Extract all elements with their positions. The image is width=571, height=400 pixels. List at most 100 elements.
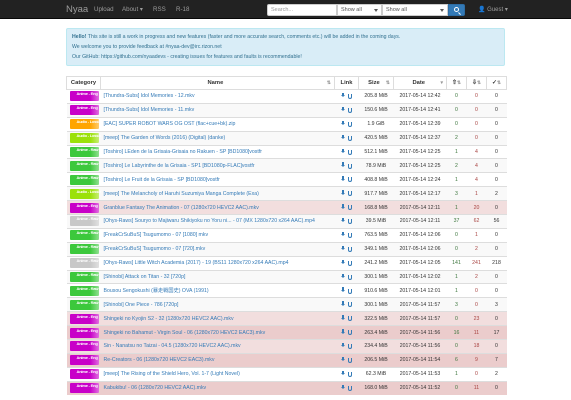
magnet-icon[interactable] [348, 232, 352, 238]
magnet-icon[interactable] [348, 205, 352, 211]
magnet-icon[interactable] [348, 107, 352, 113]
torrent-name-link[interactable]: [Shinobi] One Piece - 786 [720p] [104, 302, 179, 308]
magnet-icon[interactable] [348, 260, 352, 266]
magnet-icon[interactable] [348, 177, 352, 183]
category-badge[interactable]: Anime - Eng [69, 383, 99, 394]
header-size[interactable]: Size ⇅ [358, 76, 394, 90]
torrent-name-link[interactable]: Bousou Sengokushi (暴走戦国史) OVA (1991) [104, 288, 209, 294]
download-icon[interactable] [341, 384, 345, 390]
category-badge[interactable]: Anime - Raw [69, 299, 99, 310]
magnet-icon[interactable] [348, 121, 352, 127]
download-icon[interactable] [341, 176, 345, 181]
header-leechers[interactable]: ⇩⇅ [466, 76, 487, 90]
download-icon[interactable] [341, 329, 345, 334]
category-badge[interactable]: Anime - Eng [69, 341, 99, 352]
magnet-icon[interactable] [348, 288, 352, 294]
header-category[interactable]: Category [66, 76, 101, 90]
torrent-name-link[interactable]: [meep] The Melancholy of Haruhi Suzumiya… [104, 191, 259, 197]
category-badge[interactable]: Anime - Eng [69, 313, 99, 324]
download-icon[interactable] [341, 342, 345, 348]
header-date[interactable]: Date ▾ [393, 76, 447, 90]
torrent-name-link[interactable]: [FreakCrSuBuS] Tsugumomo - 07 [720].mkv [104, 246, 206, 252]
category-badge[interactable]: Anime - Raw [69, 160, 99, 171]
download-icon[interactable] [341, 92, 345, 98]
download-icon[interactable] [341, 273, 345, 279]
magnet-icon[interactable] [348, 302, 352, 308]
category-badge[interactable]: Audio - Lossless [69, 133, 101, 144]
magnet-icon[interactable] [348, 274, 352, 280]
torrent-name-link[interactable]: [Thundra-Subs] Idol Memories - 11.mkv [104, 107, 195, 113]
filter-select[interactable]: Show all [337, 4, 382, 16]
search-button[interactable] [448, 4, 465, 16]
category-badge[interactable]: Anime - Raw [69, 216, 99, 227]
nav-r18-link[interactable]: R-18 [176, 6, 189, 13]
search-input[interactable]: Search... [267, 4, 337, 16]
torrent-name-link[interactable]: [Toshiro] Le Labyrinthe de la Grisaia - … [104, 163, 255, 169]
magnet-icon[interactable] [348, 246, 352, 252]
category-badge[interactable]: Anime - Raw [69, 174, 99, 185]
download-icon[interactable] [341, 231, 345, 237]
category-select[interactable]: Show all [382, 4, 448, 16]
category-badge[interactable]: Anime - Eng [69, 105, 99, 116]
magnet-icon[interactable] [348, 316, 352, 322]
nav-about-link[interactable]: About ▾ [122, 6, 143, 13]
category-badge[interactable]: Audio - Lossless [69, 119, 101, 130]
category-badge[interactable]: Anime - Eng [69, 355, 99, 366]
download-icon[interactable] [341, 162, 345, 167]
download-icon[interactable] [341, 204, 345, 209]
category-badge[interactable]: Anime - Raw [69, 147, 99, 157]
download-icon[interactable] [341, 190, 345, 195]
torrent-name-link[interactable]: Re-Creators - 06 (1280x720 HEVC2 EAC3).m… [104, 357, 215, 363]
torrent-name-link[interactable]: Kabukibu! - 06 (1280x720 HEVC2 AAC).mkv [104, 385, 207, 391]
nav-upload-link[interactable]: Upload [94, 6, 114, 13]
magnet-icon[interactable] [348, 219, 352, 225]
category-badge[interactable]: Anime - Raw [69, 230, 99, 241]
download-icon[interactable] [341, 287, 345, 292]
download-icon[interactable] [341, 217, 345, 223]
torrent-name-link[interactable]: [Toshiro] Le Fruit de la Grisaia - SP [B… [104, 177, 220, 183]
category-badge[interactable]: Anime - Raw [69, 244, 99, 255]
download-icon[interactable] [341, 356, 345, 362]
magnet-icon[interactable] [348, 149, 352, 155]
torrent-name-link[interactable]: Granblue Fantasy The Animation - 07 (128… [104, 205, 259, 211]
download-icon[interactable] [341, 106, 345, 112]
torrent-name-link[interactable]: [Ohys-Raws] Little Witch Academia (2017)… [104, 260, 289, 266]
download-icon[interactable] [341, 315, 345, 320]
category-badge[interactable]: Anime - Raw [69, 272, 99, 283]
torrent-name-link[interactable]: Shingeki no Bahamut - Virgin Soul - 06 (… [104, 330, 266, 336]
category-badge[interactable]: Anime - Eng [69, 202, 99, 213]
torrent-name-link[interactable]: Sin - Nanatsu no Taizai - 04.5 (1280x720… [104, 343, 241, 349]
magnet-icon[interactable] [348, 330, 352, 336]
download-icon[interactable] [341, 134, 345, 140]
download-icon[interactable] [341, 148, 345, 154]
magnet-icon[interactable] [348, 191, 352, 197]
download-icon[interactable] [341, 370, 345, 376]
category-badge[interactable]: Anime - Eng [69, 327, 99, 338]
magnet-icon[interactable] [348, 371, 352, 377]
torrent-name-link[interactable]: [Toshiro] LEden de la Grisaia-Grisaia no… [104, 149, 263, 155]
brand-logo[interactable]: Nyaa [66, 4, 88, 15]
header-name[interactable]: Name ⇅ [100, 76, 335, 90]
torrent-name-link[interactable]: [meep] The Rising of the Shield Hero, Vo… [104, 371, 240, 377]
torrent-name-link[interactable]: [Thundra-Subs] Idol Memories - 12.mkv [104, 93, 195, 99]
magnet-icon[interactable] [348, 357, 352, 363]
category-badge[interactable]: Anime - Raw [69, 285, 99, 296]
header-completed[interactable]: ✓⇅ [486, 76, 507, 90]
torrent-name-link[interactable]: Shingeki no Kyojin S2 - 32 (1280x720 HEV… [104, 316, 234, 322]
nav-rss-link[interactable]: RSS [153, 6, 166, 13]
download-icon[interactable] [341, 259, 345, 265]
category-badge[interactable]: Audio - Lossless [69, 188, 101, 199]
torrent-name-link[interactable]: [Shinobi] Attack on Titan - 32 [720p] [104, 274, 186, 280]
download-icon[interactable] [341, 301, 345, 306]
magnet-icon[interactable] [348, 94, 352, 100]
magnet-icon[interactable] [348, 386, 352, 392]
torrent-name-link[interactable]: [EAC] SUPER ROBOT WARS OG OST (flac+cue+… [104, 121, 236, 127]
guest-menu[interactable]: 👤 Guest ▾ [478, 6, 508, 13]
magnet-icon[interactable] [348, 163, 352, 169]
download-icon[interactable] [341, 245, 345, 251]
download-icon[interactable] [341, 120, 345, 126]
header-seeders[interactable]: ⇧⇅ [446, 76, 467, 90]
torrent-name-link[interactable]: [meep] The Garden of Words (2016) (Digit… [104, 135, 226, 141]
category-badge[interactable]: Anime - Eng [69, 91, 99, 102]
magnet-icon[interactable] [348, 344, 352, 350]
